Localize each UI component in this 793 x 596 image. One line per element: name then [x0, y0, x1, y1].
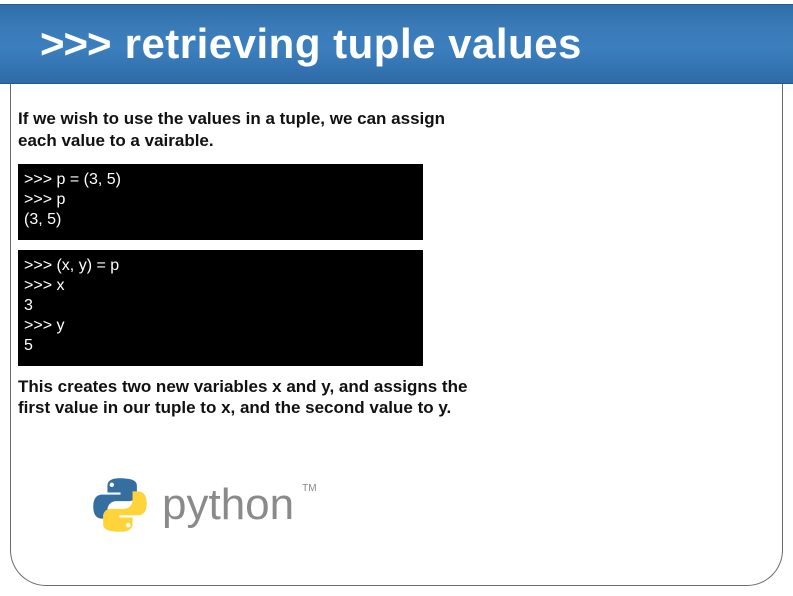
- python-logo-icon: [90, 475, 150, 535]
- slide: >>> retrieving tuple values If we wish t…: [0, 0, 793, 596]
- python-logo-wordmark: python: [162, 480, 294, 530]
- intro-text: If we wish to use the values in a tuple,…: [18, 108, 448, 152]
- title-bar: >>> retrieving tuple values: [0, 4, 793, 84]
- code-block-1: >>> p = (3, 5) >>> p (3, 5): [18, 164, 423, 240]
- trademark-symbol: TM: [302, 483, 316, 494]
- python-logo: python TM: [90, 475, 317, 535]
- content-area: If we wish to use the values in a tuple,…: [18, 108, 778, 419]
- title-prompt: >>>: [40, 20, 111, 68]
- page-title: retrieving tuple values: [125, 20, 582, 68]
- code-block-2: >>> (x, y) = p >>> x 3 >>> y 5: [18, 250, 423, 366]
- outro-text: This creates two new variables x and y, …: [18, 376, 468, 420]
